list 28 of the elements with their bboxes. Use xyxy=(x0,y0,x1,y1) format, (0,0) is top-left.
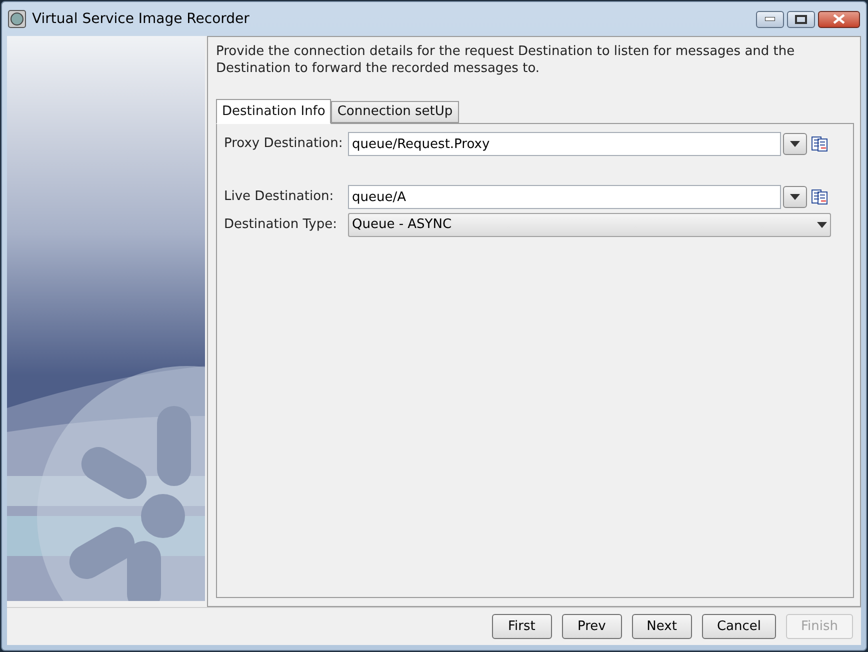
wizard-button[interactable]: Prev xyxy=(562,614,622,639)
field-label: Proxy Destination: xyxy=(224,135,344,154)
caret-icon xyxy=(817,222,827,228)
dropdown-button[interactable] xyxy=(783,186,807,208)
browse-icon[interactable] xyxy=(811,189,829,205)
tab[interactable]: Destination Info xyxy=(216,99,332,124)
minimize-icon xyxy=(765,17,775,21)
close-button[interactable] xyxy=(818,10,860,28)
app-icon xyxy=(8,10,26,28)
destination-field[interactable]: queue/Request.Proxy xyxy=(348,132,781,156)
instructions-text: Provide the connection details for the request Destination to listen for messages and the Destination to forward the recorded messages to. xyxy=(216,43,796,77)
wizard-button[interactable]: Cancel xyxy=(702,614,776,639)
minimize-button[interactable] xyxy=(756,10,784,28)
tab[interactable]: Connection setUp xyxy=(331,101,459,123)
browse-icon[interactable] xyxy=(811,136,829,152)
window-title: Virtual Service Image Recorder xyxy=(32,10,250,28)
wizard-button[interactable]: First xyxy=(492,614,552,639)
destination-field[interactable]: queue/A xyxy=(348,185,781,209)
field-label: Destination Type: xyxy=(224,216,338,234)
caret-icon xyxy=(790,194,800,200)
dropdown-button[interactable] xyxy=(783,133,807,155)
caret-icon xyxy=(790,141,800,147)
close-icon xyxy=(833,14,845,24)
maximize-icon xyxy=(795,14,807,24)
field-label: Live Destination: xyxy=(224,188,335,206)
destination-type-dropdown[interactable]: Queue - ASYNC xyxy=(348,213,831,237)
wizard-button[interactable]: Next xyxy=(632,614,692,639)
maximize-button[interactable] xyxy=(787,10,815,28)
